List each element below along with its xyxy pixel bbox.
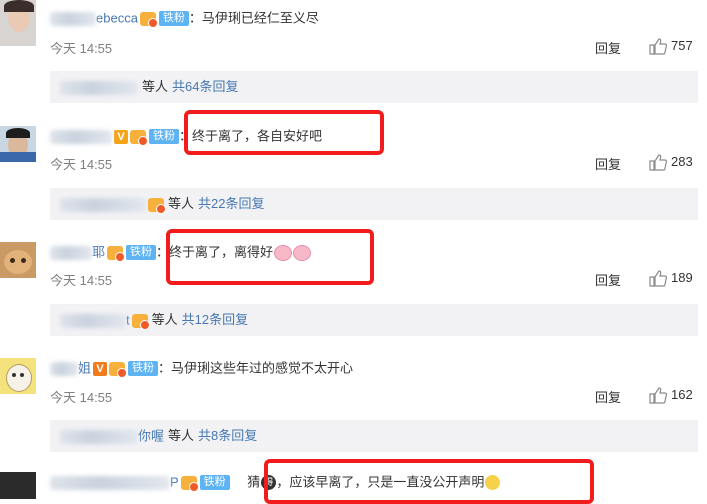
thumbs-up-icon: [649, 38, 668, 55]
reply-count-link[interactable]: 共64条回复: [172, 79, 238, 94]
fan-badge[interactable]: 铁粉: [128, 361, 159, 377]
blurred-username: [50, 129, 112, 144]
thumbs-up-icon: [649, 270, 668, 287]
vip-badge-icon: V: [93, 361, 108, 376]
reply-summary[interactable]: 等人 共22条回复: [50, 188, 698, 220]
member-crown-icon: [139, 11, 158, 28]
timestamp: 今天 14:55: [50, 41, 113, 56]
highlight-box: [264, 459, 594, 504]
like-button[interactable]: 162: [649, 386, 693, 404]
member-crown-icon: [130, 129, 148, 146]
blurred-username: [60, 429, 138, 444]
blurred-username: [60, 80, 138, 95]
reply-count-link[interactable]: 共8条回复: [198, 428, 257, 443]
avatar[interactable]: [0, 126, 36, 162]
username[interactable]: 姐: [78, 361, 91, 376]
timestamp: 今天 14:55: [50, 390, 113, 405]
blurred-username: [50, 11, 96, 26]
vip-badge-icon: V: [114, 129, 128, 144]
like-button[interactable]: 189: [649, 269, 693, 287]
thumbs-up-icon: [649, 154, 668, 171]
comment-item: 耶铁粉 ：终于离了，离得好 今天 14:55 回复 189 t 等人 共12条回复: [0, 229, 707, 342]
blurred-username: [60, 197, 146, 212]
reply-count-link[interactable]: 共22条回复: [198, 196, 264, 211]
fan-badge[interactable]: 铁粉: [158, 11, 189, 27]
blurred-username: [50, 475, 170, 490]
avatar[interactable]: [0, 472, 36, 499]
reply-button[interactable]: 回复: [595, 270, 621, 289]
comment-header: ebecca 铁粉 ：马伊琍已经仁至义尽: [50, 8, 319, 28]
comment-item: V 铁粉 ：终于离了，各自安好吧 今天 14:55 回复 283 等人 共22条回复: [0, 110, 707, 226]
summary-username[interactable]: 你喔: [138, 429, 164, 444]
highlight-box: [166, 229, 374, 285]
member-crown-icon: [107, 245, 126, 262]
reply-button[interactable]: 回复: [595, 38, 621, 57]
blurred-username: [50, 245, 92, 260]
summary-suffix: 等人: [168, 196, 195, 211]
member-crown-icon: [148, 197, 166, 214]
blurred-username: [60, 313, 126, 328]
summary-suffix: 等人: [151, 312, 178, 327]
comment-text: ：马伊琍已经仁至义尽: [188, 10, 319, 26]
comment-item: 姐 V 铁粉 ：马伊琍这些年过的感觉不太开心 今天 14:55 回复 162 你喔 等人…: [0, 350, 707, 460]
summary-suffix: 等人: [168, 428, 195, 443]
avatar[interactable]: [0, 0, 36, 46]
timestamp: 今天 14:55: [50, 273, 113, 288]
comment-item: ebecca 铁粉 ：马伊琍已经仁至义尽 今天 14:55 回复 757 等人 共64…: [0, 0, 707, 103]
summary-username[interactable]: t: [126, 313, 130, 328]
member-crown-icon: [109, 361, 128, 378]
comment-text-prefix: 猜: [247, 474, 261, 490]
comment-header: 姐 V 铁粉 ：马伊琍这些年过的感觉不太开心: [50, 358, 353, 378]
timestamp: 今天 14:55: [50, 157, 113, 172]
reply-summary[interactable]: 你喔 等人 共8条回复: [50, 420, 698, 452]
like-button[interactable]: 757: [649, 37, 693, 55]
like-count: 757: [671, 38, 693, 53]
like-button[interactable]: 283: [649, 153, 693, 171]
fan-badge[interactable]: 铁粉: [149, 129, 179, 145]
comment-text: ：马伊琍这些年过的感觉不太开心: [158, 360, 354, 376]
comment-item: P 铁粉 猜得，应该早离了，只是一直没公开声明: [0, 459, 707, 504]
like-count: 283: [671, 154, 693, 169]
reply-summary[interactable]: 等人 共64条回复: [50, 71, 698, 103]
reply-summary[interactable]: t 等人 共12条回复: [50, 304, 698, 336]
avatar[interactable]: [0, 358, 36, 394]
member-crown-icon: [131, 313, 150, 330]
like-count: 162: [671, 387, 693, 402]
member-crown-icon: [180, 475, 199, 492]
highlight-box: [184, 110, 384, 155]
reply-count-link[interactable]: 共12条回复: [182, 312, 248, 327]
summary-suffix: 等人: [142, 79, 169, 94]
reply-button[interactable]: 回复: [595, 154, 621, 173]
username[interactable]: ebecca: [96, 11, 138, 26]
username[interactable]: P: [170, 475, 179, 490]
like-count: 189: [671, 270, 693, 285]
username[interactable]: 耶: [92, 245, 105, 260]
blurred-username: [50, 361, 78, 376]
avatar[interactable]: [0, 242, 36, 278]
thumbs-up-icon: [649, 387, 668, 404]
fan-badge[interactable]: 铁粉: [199, 475, 230, 491]
reply-button[interactable]: 回复: [595, 387, 621, 406]
fan-badge[interactable]: 铁粉: [126, 245, 157, 261]
